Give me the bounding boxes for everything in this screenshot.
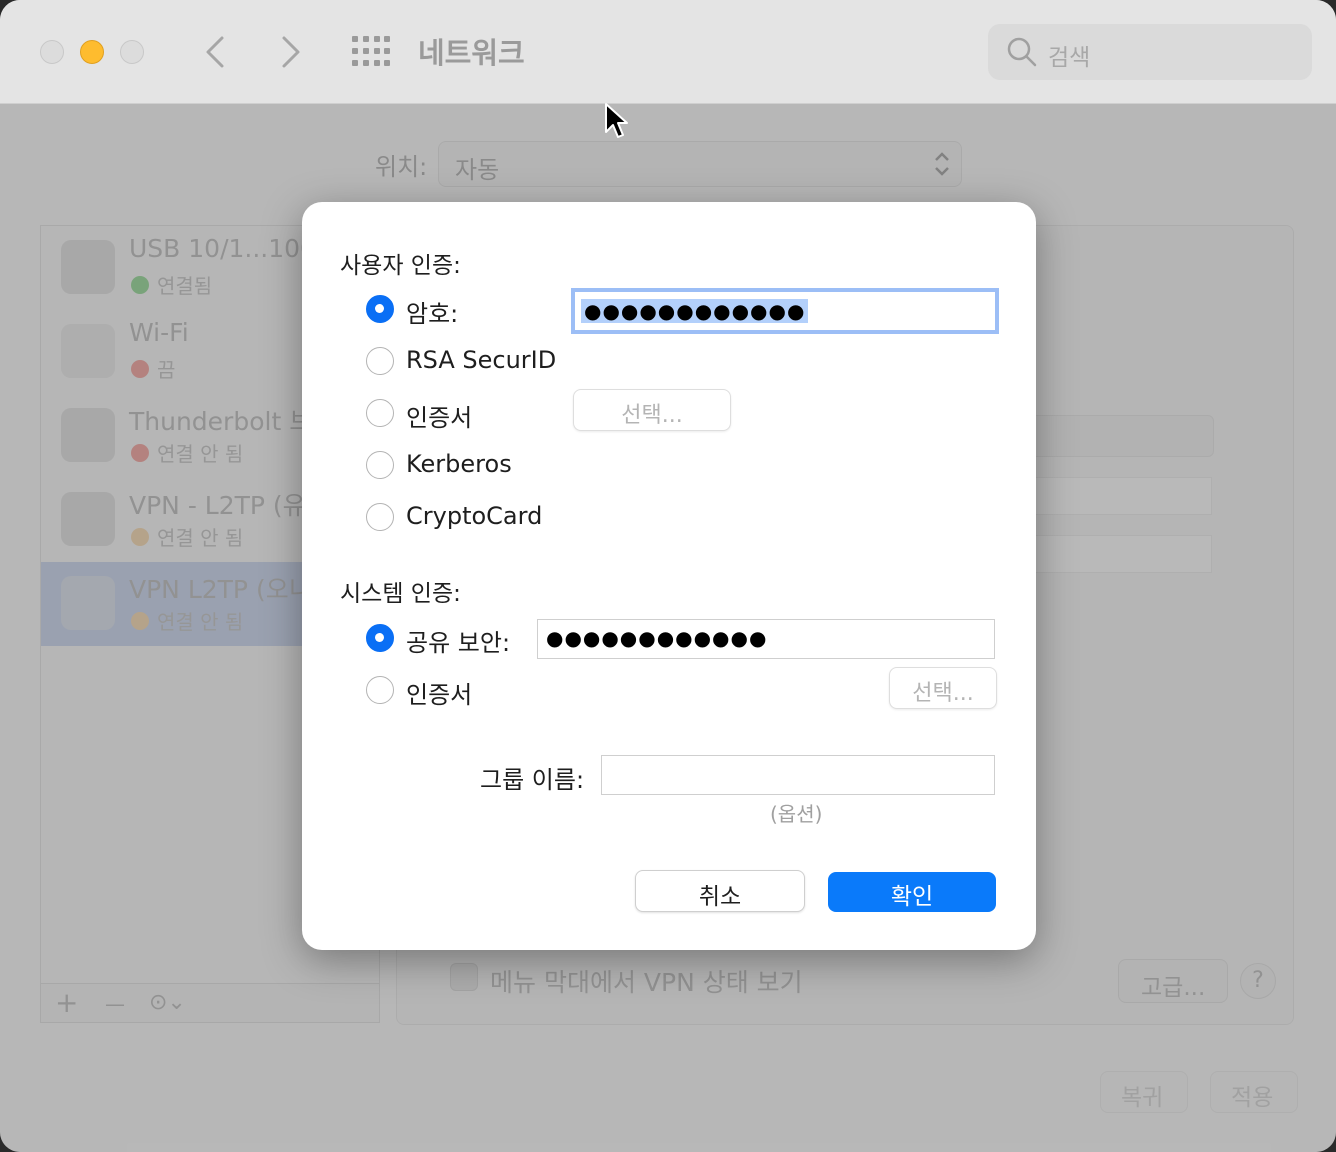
user-auth-title: 사용자 인증: xyxy=(340,253,461,279)
user-auth-cryptocard-label: CryptoCard xyxy=(406,502,543,530)
shared-secret-value: ●●●●●●●●●●●● xyxy=(546,626,768,650)
system-cert-select-label: 선택... xyxy=(912,681,974,706)
ok-button-label: 확인 xyxy=(890,884,934,910)
user-auth-cryptocard-radio[interactable] xyxy=(366,503,394,531)
cancel-button[interactable]: 취소 xyxy=(635,870,805,912)
ok-button[interactable]: 확인 xyxy=(828,872,996,912)
show-all-grid-icon[interactable] xyxy=(352,36,390,68)
user-auth-rsa-label: RSA SecurID xyxy=(406,346,557,374)
group-name-label: 그룹 이름: xyxy=(480,766,585,794)
chevron-right-icon xyxy=(282,36,300,68)
system-auth-certificate-label: 인증서 xyxy=(406,681,473,709)
search-icon xyxy=(1007,37,1037,67)
user-cert-select-label: 선택... xyxy=(621,403,683,428)
shared-secret-field[interactable]: ●●●●●●●●●●●● xyxy=(537,619,995,659)
window-title: 네트워크 xyxy=(418,36,525,70)
password-field[interactable]: ●●●●●●●●●●●● xyxy=(571,288,999,334)
system-auth-shared-secret-label: 공유 보안: xyxy=(406,629,511,657)
user-auth-rsa-radio[interactable] xyxy=(366,347,394,375)
user-auth-certificate-label: 인증서 xyxy=(406,404,473,432)
user-auth-kerberos-label: Kerberos xyxy=(406,450,512,478)
mouse-pointer-icon xyxy=(605,103,628,138)
authentication-settings-dialog: 사용자 인증: 암호: ●●●●●●●●●●●● RSA SecurID 인증서… xyxy=(302,202,1036,950)
zoom-window-button[interactable] xyxy=(120,40,144,64)
forward-button[interactable] xyxy=(270,30,310,74)
cancel-button-label: 취소 xyxy=(698,884,742,910)
system-auth-title: 시스템 인증: xyxy=(340,581,461,607)
system-auth-certificate-radio[interactable] xyxy=(366,676,394,704)
password-value: ●●●●●●●●●●●● xyxy=(581,299,809,323)
group-name-field[interactable] xyxy=(601,755,995,795)
search-field[interactable]: 검색 xyxy=(988,24,1312,80)
search-placeholder: 검색 xyxy=(1048,45,1091,71)
back-button[interactable] xyxy=(196,30,236,74)
system-cert-select-button[interactable]: 선택... xyxy=(889,667,997,709)
title-bar: 네트워크 검색 xyxy=(0,0,1336,104)
chevron-left-icon xyxy=(206,36,224,68)
user-auth-kerberos-radio[interactable] xyxy=(366,451,394,479)
user-auth-password-radio[interactable] xyxy=(366,295,394,323)
group-name-hint: (옵션) xyxy=(770,802,823,826)
network-preferences-window: 네트워크 검색 위치: 자동 USB 10/1...1000 연결됨 Wi-Fi xyxy=(0,0,1336,1152)
system-auth-shared-secret-radio[interactable] xyxy=(366,624,394,652)
user-cert-select-button[interactable]: 선택... xyxy=(573,389,731,431)
user-auth-certificate-radio[interactable] xyxy=(366,399,394,427)
minimize-window-button[interactable] xyxy=(80,40,104,64)
user-auth-password-label: 암호: xyxy=(406,300,459,328)
close-window-button[interactable] xyxy=(40,40,64,64)
